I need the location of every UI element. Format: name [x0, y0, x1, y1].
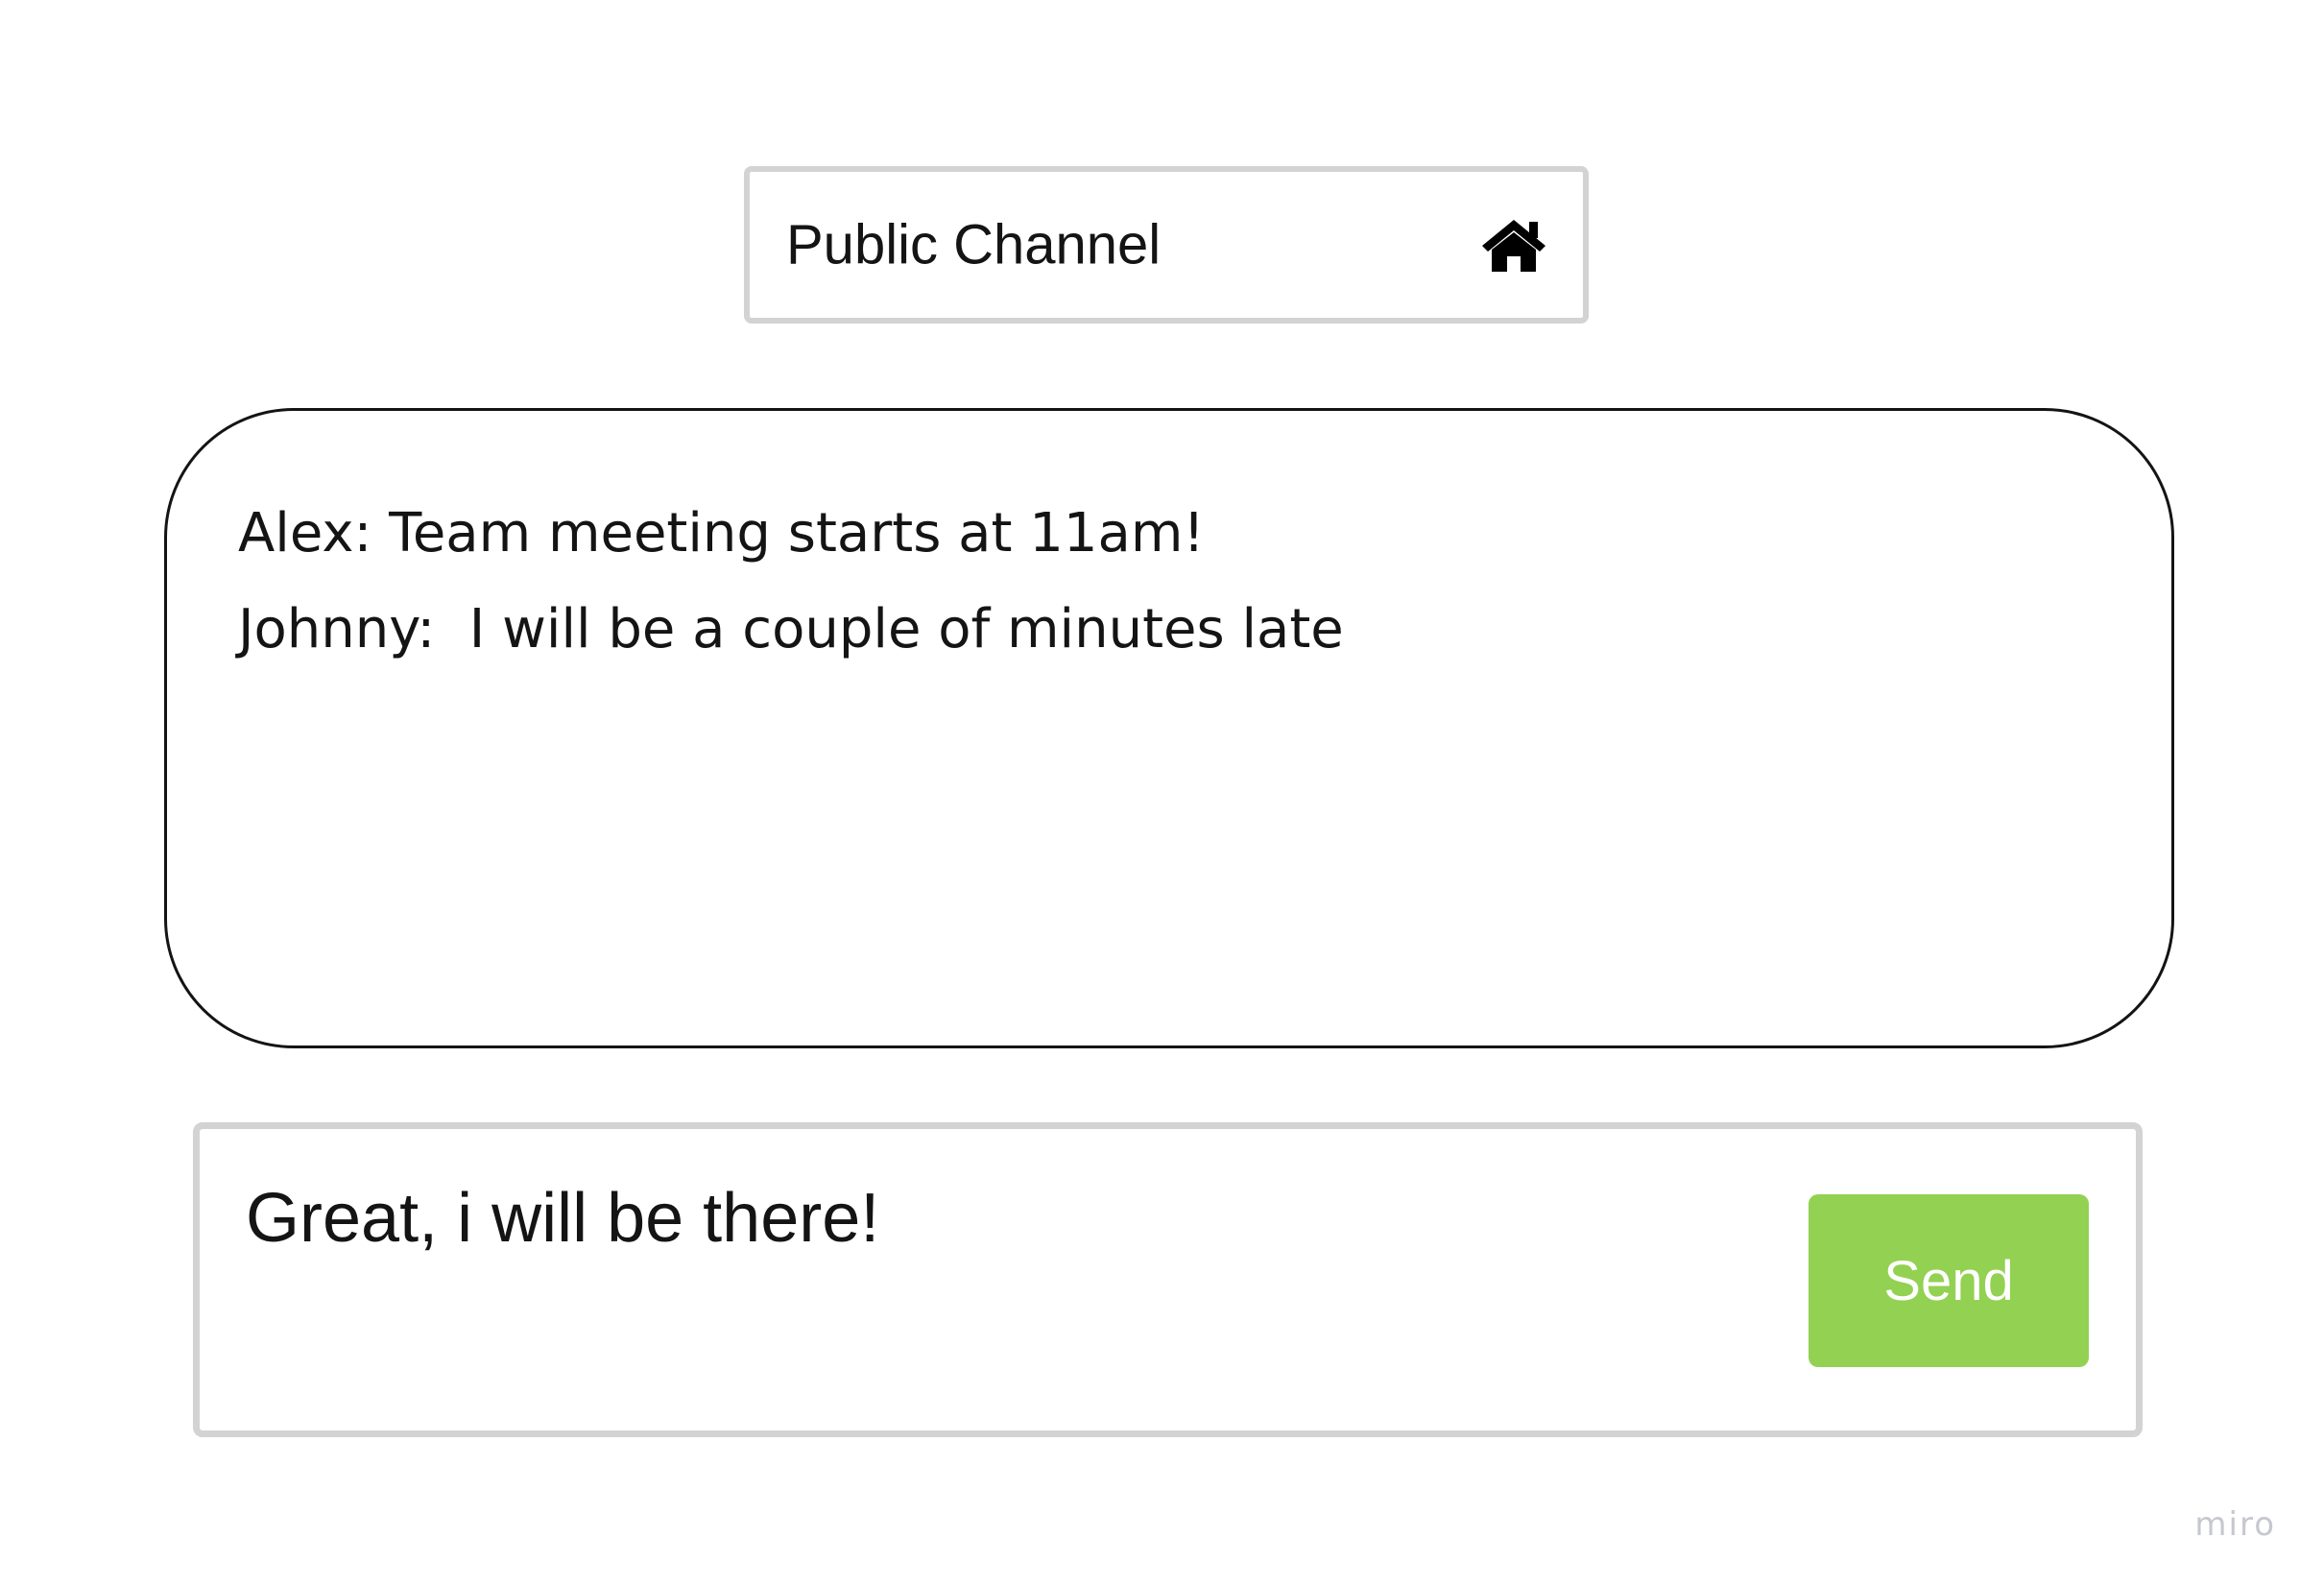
message-input[interactable]	[246, 1165, 1801, 1271]
miro-watermark: miro	[2194, 1505, 2276, 1544]
channel-title: Public Channel	[786, 213, 1162, 276]
message-composer: Send	[193, 1122, 2143, 1437]
home-icon[interactable]	[1479, 217, 1548, 273]
send-button[interactable]: Send	[1809, 1194, 2089, 1367]
channel-selector[interactable]: Public Channel	[744, 166, 1589, 324]
message-history: Alex: Team meeting starts at 11am! Johnn…	[164, 408, 2174, 1048]
message-item: Alex: Team meeting starts at 11am!	[238, 502, 1205, 565]
message-list: Alex: Team meeting starts at 11am! Johnn…	[238, 486, 2095, 678]
message-item: Johnny: I will be a couple of minutes la…	[238, 598, 1344, 661]
